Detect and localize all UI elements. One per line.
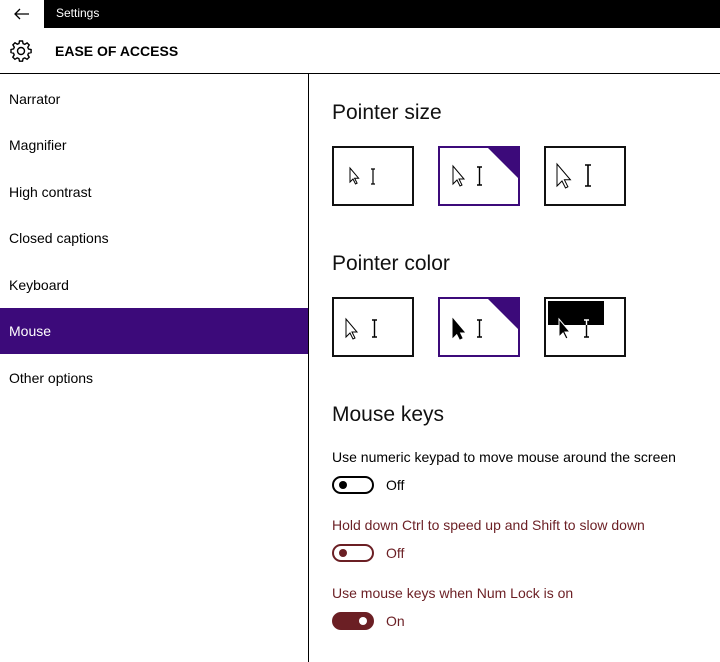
back-button[interactable] [0, 0, 44, 28]
pointer-size-medium[interactable] [438, 146, 520, 206]
num-lock-label: Use mouse keys when Num Lock is on [332, 585, 574, 601]
selected-corner [488, 299, 518, 329]
ctrl-shift-speed-toggle[interactable] [332, 544, 374, 562]
gear-icon [10, 40, 32, 62]
sidebar-item-closed-captions[interactable]: Closed captions [0, 215, 308, 261]
pointer-color-heading: Pointer color [332, 252, 450, 275]
sidebar-item-magnifier[interactable]: Magnifier [0, 122, 308, 168]
toggle-knob [339, 481, 347, 489]
pointer-arrow-icon [349, 166, 360, 185]
toggle-knob [359, 617, 367, 625]
main-content: Pointer size Pointer color Mouse keys Us… [310, 74, 720, 662]
sidebar-item-narrator[interactable]: Narrator [0, 76, 308, 122]
title-bar: Settings [0, 0, 720, 28]
sidebar-item-high-contrast[interactable]: High contrast [0, 169, 308, 215]
mouse-keys-heading: Mouse keys [332, 403, 445, 426]
num-lock-toggle[interactable] [332, 612, 374, 630]
pointer-color-white[interactable] [332, 297, 414, 357]
ctrl-shift-speed-label: Hold down Ctrl to speed up and Shift to … [332, 517, 645, 533]
pointer-arrow-icon [452, 317, 466, 340]
numeric-keypad-state: Off [386, 477, 405, 493]
numeric-keypad-label: Use numeric keypad to move mouse around … [332, 449, 676, 465]
sidebar-item-other-options[interactable]: Other options [0, 355, 308, 401]
pointer-size-heading: Pointer size [332, 101, 442, 124]
text-beam-icon [477, 166, 482, 186]
checkmark-icon [441, 149, 455, 161]
toggle-knob [339, 549, 347, 557]
pointer-arrow-icon [345, 317, 359, 340]
pointer-color-black[interactable] [438, 297, 520, 357]
sidebar-item-mouse[interactable]: Mouse [0, 308, 308, 354]
pointer-arrow-icon [452, 164, 466, 187]
pointer-size-small[interactable] [332, 146, 414, 206]
pointer-arrow-icon [556, 162, 572, 189]
sidebar: Narrator Magnifier High contrast Closed … [0, 74, 309, 662]
page-header: EASE OF ACCESS [0, 28, 720, 74]
numeric-keypad-toggle[interactable] [332, 476, 374, 494]
checkmark-icon [441, 300, 455, 312]
text-beam-icon [477, 319, 482, 338]
page-title: EASE OF ACCESS [55, 43, 179, 59]
selected-corner [488, 148, 518, 178]
window-title: Settings [56, 6, 100, 20]
text-beam-icon [371, 168, 375, 185]
text-beam-icon [585, 164, 591, 187]
ctrl-shift-speed-state: Off [386, 545, 405, 561]
back-arrow-icon [14, 8, 29, 20]
pointer-size-large[interactable] [544, 146, 626, 206]
pointer-color-inverted[interactable] [544, 297, 626, 357]
text-beam-icon [372, 319, 377, 338]
num-lock-state: On [386, 613, 405, 629]
sidebar-item-keyboard[interactable]: Keyboard [0, 262, 308, 308]
